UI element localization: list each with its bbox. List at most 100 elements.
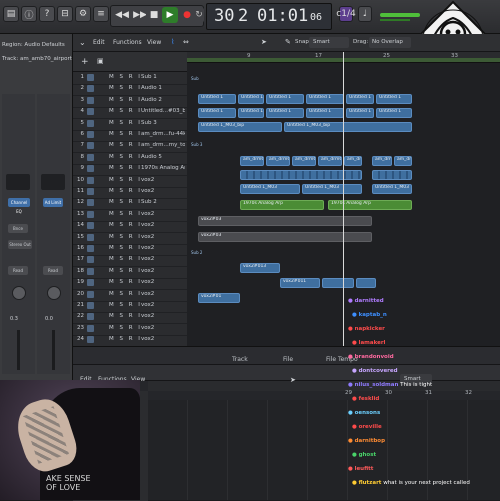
play-icon[interactable]: ▶ (162, 7, 178, 23)
track-name[interactable]: vox2 (141, 245, 185, 251)
track-mute-solo-buttons[interactable]: M S R I (109, 222, 142, 228)
track-mute-solo-buttons[interactable]: M S R I (109, 188, 142, 194)
track-mute-solo-buttons[interactable]: M S R I (109, 120, 142, 126)
eq-thumbnail[interactable] (6, 174, 30, 190)
region[interactable]: Untitled 1 (198, 108, 236, 118)
zoom-icon[interactable]: ⇔ (183, 38, 189, 46)
edit-menu[interactable]: Edit (93, 39, 105, 46)
region[interactable]: vox2#03 (198, 232, 372, 242)
pan-knob-left[interactable] (12, 286, 26, 300)
track-mute-solo-buttons[interactable]: M S R I (109, 131, 142, 137)
region[interactable] (322, 278, 354, 288)
track-name[interactable]: vox2 (141, 313, 185, 319)
track-name[interactable]: Sub 1 (141, 74, 185, 80)
region[interactable]: vox2#03 (198, 216, 372, 226)
smart-controls-icon[interactable]: ⚙ (75, 6, 91, 22)
track-name[interactable]: vox2 (141, 256, 185, 262)
track-mute-solo-buttons[interactable]: M S R I (109, 336, 142, 342)
cycle-icon[interactable]: ↻ (194, 7, 204, 23)
track-mute-solo-buttons[interactable]: M S R I (109, 279, 142, 285)
playhead[interactable] (343, 52, 344, 346)
track-mute-solo-buttons[interactable]: M S R I (109, 256, 142, 262)
region[interactable]: Untitled 1 (266, 94, 304, 104)
bnce-button[interactable]: Bnce (8, 224, 28, 233)
region-label-sub3[interactable]: Sub 3 (189, 142, 203, 148)
region[interactable]: Untitled 1 (346, 94, 374, 104)
global-tracks-icon[interactable]: ▣ (97, 57, 104, 65)
stop-icon[interactable]: ■ (146, 7, 162, 23)
track-mute-solo-buttons[interactable]: M S R I (109, 199, 142, 205)
region[interactable]: Untitled 1 (306, 108, 344, 118)
view-menu[interactable]: View (147, 39, 161, 46)
track-name[interactable]: 1970s Analog Arp (141, 165, 185, 171)
region[interactable]: Untitled 1_M03_bip (284, 122, 412, 132)
region[interactable]: Untitled 1 (346, 108, 374, 118)
pan-knob-right[interactable] (47, 286, 61, 300)
region[interactable]: Untitled 1 (376, 94, 412, 104)
channel-eq-button[interactable]: Channel EQ (8, 198, 30, 214)
region[interactable]: Untitled 1 (306, 94, 344, 104)
region[interactable]: am_drm60 (240, 156, 264, 166)
region[interactable]: Untitled 1_M03 (302, 184, 362, 194)
track-name[interactable]: Audio 1 (141, 85, 185, 91)
track-mute-solo-buttons[interactable]: M S R I (109, 325, 142, 331)
track-mute-solo-buttons[interactable]: M S R I (109, 211, 142, 217)
track-name[interactable]: am_drm...fu-44k (141, 131, 185, 137)
drag-select[interactable]: No Overlap (369, 37, 411, 48)
pointer-tool-icon[interactable]: ➤ (261, 38, 267, 46)
region[interactable]: am_drm60 (344, 156, 362, 166)
track-name[interactable]: vox2 (141, 291, 185, 297)
region[interactable]: Untitled 1 (238, 108, 264, 118)
track-name[interactable]: Untitled...#03_bip (141, 108, 185, 114)
region[interactable]: vox2#011 (280, 278, 320, 288)
tuner-icon[interactable]: ♩ (358, 6, 372, 22)
track-name[interactable]: vox2 (141, 188, 185, 194)
track-mute-solo-buttons[interactable]: M S R I (109, 85, 142, 91)
region[interactable]: Untitled 1 (198, 94, 236, 104)
key-signature[interactable]: c1/4 (336, 6, 356, 22)
track-name[interactable]: vox2 (141, 279, 185, 285)
track-name[interactable]: vox2 (141, 234, 185, 240)
eq-thumbnail-right[interactable] (41, 174, 65, 190)
region[interactable]: Untitled 1_M03 (240, 184, 300, 194)
chevron-down-icon[interactable]: ⌄ (79, 38, 86, 47)
library-icon[interactable]: ▤ (3, 6, 19, 22)
fader-left[interactable] (17, 330, 20, 370)
track-mute-solo-buttons[interactable]: M S R I (109, 268, 142, 274)
track-name[interactable]: Audio 5 (141, 154, 185, 160)
stereo-out-button[interactable]: Stereo Out (8, 240, 32, 249)
region-label-sub1[interactable]: Sub 1 (189, 76, 199, 82)
mixer-icon[interactable]: ≡ (93, 6, 109, 22)
track-mute-solo-buttons[interactable]: M S R I (109, 234, 142, 240)
region[interactable]: Untitled 1 (238, 94, 264, 104)
region[interactable]: am_drm60 (266, 156, 290, 166)
tab-file[interactable]: File (283, 356, 293, 363)
track-name[interactable]: Sub 2 (141, 199, 185, 205)
track-name[interactable]: am_drm...my_top (141, 142, 185, 148)
track-name[interactable]: Sub 3 (141, 120, 185, 126)
track-mute-solo-buttons[interactable]: M S R I (109, 177, 142, 183)
region-inspector-line[interactable]: Region: Audio Defaults (2, 42, 65, 52)
track-mute-solo-buttons[interactable]: M S R I (109, 302, 142, 308)
add-track-icon[interactable]: + (81, 57, 89, 67)
track-name[interactable]: vox2 (141, 268, 185, 274)
region[interactable]: am_drm60 (318, 156, 342, 166)
tab-track[interactable]: Track (232, 356, 248, 363)
region[interactable]: am_drm60 (372, 156, 392, 166)
region[interactable]: Untitled 1 (266, 108, 304, 118)
info-icon[interactable]: ⓘ (21, 6, 37, 22)
track-name[interactable]: vox2 (141, 336, 185, 342)
track-name[interactable]: vox2 (141, 222, 185, 228)
track-mute-solo-buttons[interactable]: M S R I (109, 165, 142, 171)
fader-right[interactable] (52, 330, 55, 370)
track-name[interactable]: vox2 (141, 302, 185, 308)
track-mute-solo-buttons[interactable]: M S R I (109, 74, 142, 80)
pencil-tool-icon[interactable]: ✎ (285, 38, 291, 46)
track-name[interactable]: vox2 (141, 325, 185, 331)
track-inspector-line[interactable]: Track: am_amb70_airport (2, 56, 72, 66)
rewind-icon[interactable]: ◀◀ (114, 7, 130, 23)
read-button-right[interactable]: Read (43, 266, 63, 275)
region[interactable]: vox2#013 (240, 263, 280, 273)
region[interactable]: Untitled 1_M03_bip (198, 122, 282, 132)
region[interactable]: Untitled 1_M03 (372, 184, 412, 194)
